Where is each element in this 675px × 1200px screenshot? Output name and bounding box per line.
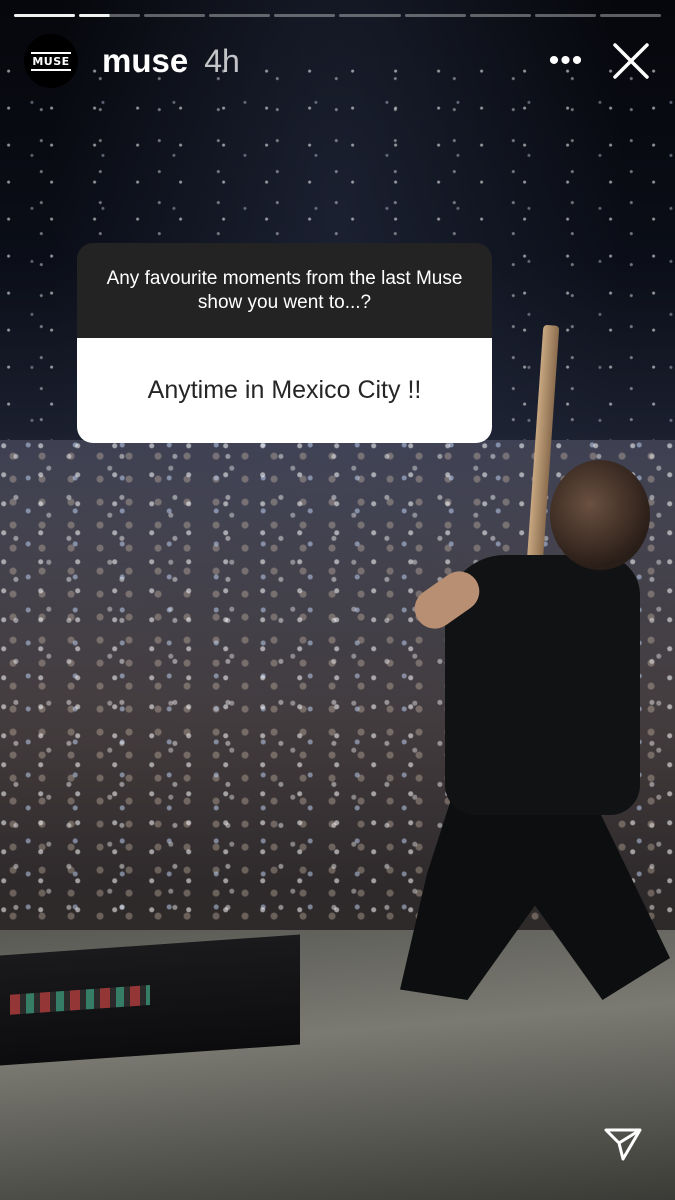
progress-segment: [209, 14, 271, 17]
send-icon[interactable]: [603, 1124, 643, 1164]
progress-segment: [274, 14, 336, 17]
progress-segment: [339, 14, 401, 17]
progress-segment: [14, 14, 76, 17]
question-prompt-area: Any favourite moments from the last Muse…: [77, 243, 492, 338]
progress-segment: [144, 14, 206, 17]
ellipsis-icon[interactable]: •••: [541, 46, 591, 76]
progress-segment: [404, 14, 466, 17]
pedalboard: [0, 934, 300, 1066]
username[interactable]: muse: [102, 42, 188, 80]
story-progress-bar: [14, 14, 661, 17]
question-answer: Anytime in Mexico City !!: [147, 376, 422, 404]
progress-segment: [534, 14, 596, 17]
avatar[interactable]: MUSE: [24, 34, 78, 88]
question-prompt: Any favourite moments from the last Muse…: [106, 267, 463, 313]
close-icon[interactable]: [609, 39, 653, 83]
progress-segment: [599, 14, 661, 17]
progress-segment: [469, 14, 531, 17]
guitarist: [390, 460, 675, 1020]
story-header: MUSE muse 4h •••: [24, 30, 653, 92]
story-photo: [0, 0, 675, 1200]
avatar-logo-text: MUSE: [31, 51, 71, 71]
post-time: 4h: [204, 42, 240, 79]
question-answer-area: Anytime in Mexico City !!: [77, 338, 492, 443]
progress-segment: [79, 14, 141, 17]
question-sticker: Any favourite moments from the last Muse…: [77, 243, 492, 443]
